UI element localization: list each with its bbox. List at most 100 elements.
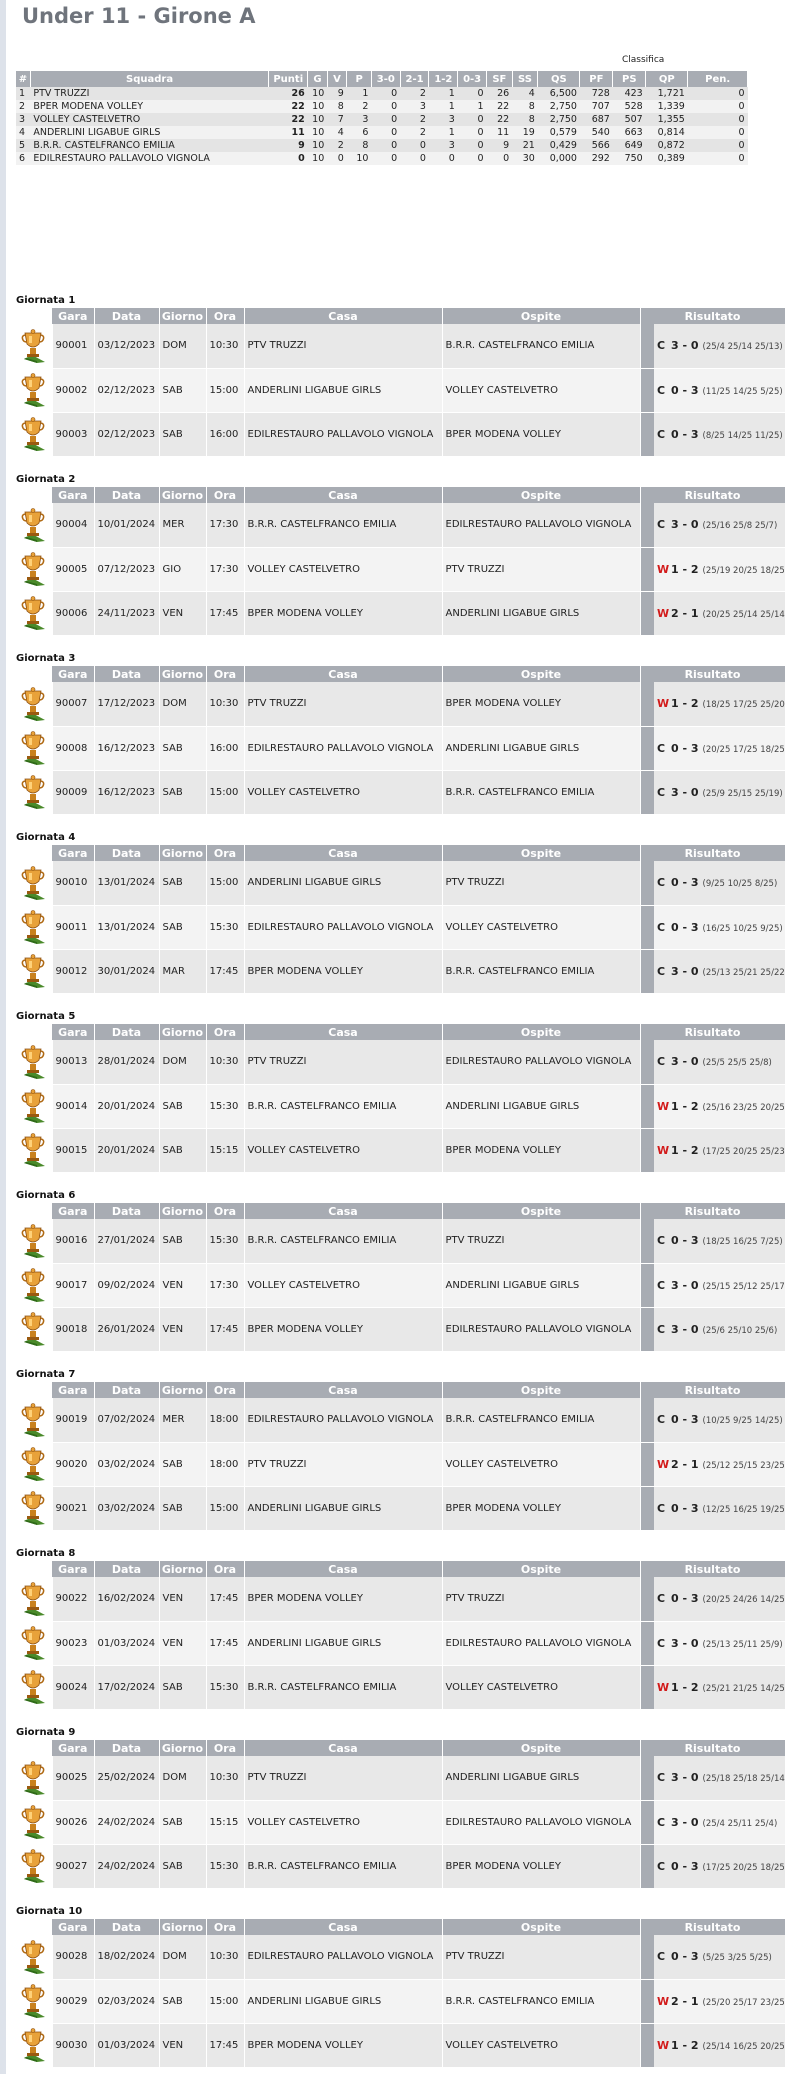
match-row[interactable]: 90004 10/01/2024 MER 17:30 B.R.R. CASTELFRAN… <box>16 503 785 548</box>
match-row[interactable]: 90018 26/01/2024 VEN 17:45 BPER MODENA VOLLE… <box>16 1307 785 1352</box>
match-details-link[interactable] <box>16 1442 53 1487</box>
standings-cell-qp: 0,389 <box>645 152 688 165</box>
match-details-link[interactable] <box>16 1756 53 1801</box>
match-details-link[interactable] <box>16 1307 53 1352</box>
match-details-link[interactable] <box>16 1665 53 1710</box>
standings-cell-ss: 30 <box>512 152 538 165</box>
match-day: SAB <box>159 726 207 771</box>
match-result: C 3 - 0 (25/9 25/15 25/19) <box>654 770 785 815</box>
result-sets: (25/13 25/21 25/22) <box>702 967 785 978</box>
matches-col-casa: Casa <box>244 666 443 682</box>
match-row[interactable]: 90025 25/02/2024 DOM 10:30 PTV TRUZZI ANDERLI… <box>16 1756 785 1801</box>
match-details-link[interactable] <box>16 1844 53 1889</box>
match-details-link[interactable] <box>16 1398 53 1443</box>
match-row[interactable]: 90009 16/12/2023 SAB 15:00 VOLLEY CASTELVETR… <box>16 770 785 815</box>
match-details-link[interactable] <box>16 1935 53 1980</box>
match-row[interactable]: 90026 24/02/2024 SAB 15:15 VOLLEY CASTELVETR… <box>16 1800 785 1845</box>
match-day: SAB <box>159 861 207 906</box>
match-date: 03/12/2023 <box>94 324 160 369</box>
match-details-link[interactable] <box>16 1263 53 1308</box>
match-row[interactable]: 90019 07/02/2024 MER 18:00 EDILRESTAURO PALL… <box>16 1398 785 1443</box>
match-time: 10:30 <box>206 1040 245 1085</box>
standings-cell-2-1: 2 <box>400 87 429 100</box>
match-row[interactable]: 90006 24/11/2023 VEN 17:45 BPER MODENA VOLLE… <box>16 591 785 636</box>
matches-col-giorno: Giorno <box>159 666 207 682</box>
match-details-link[interactable] <box>16 905 53 950</box>
match-row[interactable]: 90015 20/01/2024 SAB 15:15 VOLLEY CASTELVETR… <box>16 1128 785 1173</box>
match-row[interactable]: 90024 17/02/2024 SAB 15:30 B.R.R. CASTELFRAN… <box>16 1665 785 1710</box>
match-row[interactable]: 90020 03/02/2024 SAB 18:00 PTV TRUZZI VOLLEY … <box>16 1442 785 1487</box>
match-row[interactable]: 90007 17/12/2023 DOM 10:30 PTV TRUZZI BPER MO… <box>16 682 785 727</box>
result-score: 3 - 0 <box>671 785 699 799</box>
match-details-link[interactable] <box>16 770 53 815</box>
result-score: 0 - 3 <box>671 1592 699 1606</box>
match-result: C 3 - 0 (25/15 25/12 25/17) <box>654 1263 785 1308</box>
match-row[interactable]: 90030 01/03/2024 VEN 17:45 BPER MODENA VOLLE… <box>16 2023 785 2068</box>
standings-cell-2-1: 2 <box>400 113 429 126</box>
match-row[interactable]: 90001 03/12/2023 DOM 10:30 PTV TRUZZI B.R.R. … <box>16 324 785 369</box>
standings-row: 4 ANDERLINI LIGABUE GIRLS 11 10 4 6 0 2 1 0 11 19 0,… <box>16 126 748 139</box>
match-details-link[interactable] <box>16 1219 53 1264</box>
match-row[interactable]: 90017 09/02/2024 VEN 17:30 VOLLEY CASTELVETR… <box>16 1263 785 1308</box>
match-details-link[interactable] <box>16 503 53 548</box>
match-gara: 90007 <box>52 682 95 727</box>
matches-col-risultato: Risultato <box>640 1919 785 1935</box>
match-row[interactable]: 90012 30/01/2024 MAR 17:45 BPER MODENA VOLLE… <box>16 949 785 994</box>
matches-table: Gara Data Giorno Ora Casa Ospite Risultato 9000… <box>16 487 785 636</box>
match-details-link[interactable] <box>16 726 53 771</box>
match-details-link[interactable] <box>16 1979 53 2024</box>
result-separator <box>640 905 654 950</box>
match-details-link[interactable] <box>16 1486 53 1531</box>
match-details-link[interactable] <box>16 412 53 457</box>
match-row[interactable]: 90011 13/01/2024 SAB 15:30 EDILRESTAURO PALL… <box>16 905 785 950</box>
match-home-team: BPER MODENA VOLLEY <box>244 1577 443 1622</box>
match-details-link[interactable] <box>16 324 53 369</box>
match-details-link[interactable] <box>16 547 53 592</box>
match-row[interactable]: 90003 02/12/2023 SAB 16:00 EDILRESTAURO PALL… <box>16 412 785 457</box>
standings-col-lost: P <box>346 71 372 87</box>
match-row[interactable]: 90021 03/02/2024 SAB 15:00 ANDERLINI LIGABUE… <box>16 1486 785 1531</box>
match-away-team: PTV TRUZZI <box>442 1219 641 1264</box>
match-details-link[interactable] <box>16 1040 53 1085</box>
match-details-link[interactable] <box>16 949 53 994</box>
matches-col-ospite: Ospite <box>442 1561 641 1577</box>
match-row[interactable]: 90014 20/01/2024 SAB 15:30 B.R.R. CASTELFRAN… <box>16 1084 785 1129</box>
match-row[interactable]: 90005 07/12/2023 GIO 17:30 VOLLEY CASTELVETR… <box>16 547 785 592</box>
match-details-link[interactable] <box>16 682 53 727</box>
match-row[interactable]: 90029 02/03/2024 SAB 15:00 ANDERLINI LIGABUE… <box>16 1979 785 2024</box>
match-row[interactable]: 90016 27/01/2024 SAB 15:30 B.R.R. CASTELFRAN… <box>16 1219 785 1264</box>
standings-cell-pos: 1 <box>16 87 31 100</box>
match-details-link[interactable] <box>16 2023 53 2068</box>
standings-cell-team: B.R.R. CASTELFRANCO EMILIA <box>30 139 269 152</box>
match-row[interactable]: 90022 16/02/2024 VEN 17:45 BPER MODENA VOLLE… <box>16 1577 785 1622</box>
match-row[interactable]: 90028 18/02/2024 DOM 10:30 EDILRESTAURO PALL… <box>16 1935 785 1980</box>
match-home-team: EDILRESTAURO PALLAVOLO VIGNOLA <box>244 726 443 771</box>
match-row[interactable]: 90023 01/03/2024 VEN 17:45 ANDERLINI LIGABUE… <box>16 1621 785 1666</box>
match-row[interactable]: 90010 13/01/2024 SAB 15:00 ANDERLINI LIGABUE… <box>16 861 785 906</box>
match-away-team: ANDERLINI LIGABUE GIRLS <box>442 726 641 771</box>
match-details-link[interactable] <box>16 591 53 636</box>
matches-col-risultato: Risultato <box>640 308 785 324</box>
match-row[interactable]: 90027 24/02/2024 SAB 15:30 B.R.R. CASTELFRAN… <box>16 1844 785 1889</box>
match-row[interactable]: 90013 28/01/2024 DOM 10:30 PTV TRUZZI EDILRES… <box>16 1040 785 1085</box>
match-date: 07/12/2023 <box>94 547 160 592</box>
match-time: 16:00 <box>206 726 245 771</box>
match-details-link[interactable] <box>16 1084 53 1129</box>
result-separator <box>640 368 654 413</box>
match-details-link[interactable] <box>16 1128 53 1173</box>
match-details-link[interactable] <box>16 1577 53 1622</box>
trophy-icon <box>21 596 45 630</box>
match-details-link[interactable] <box>16 861 53 906</box>
match-details-link[interactable] <box>16 1621 53 1666</box>
match-details-link[interactable] <box>16 368 53 413</box>
match-row[interactable]: 90002 02/12/2023 SAB 15:00 ANDERLINI LIGABUE… <box>16 368 785 413</box>
match-day: DOM <box>159 1756 207 1801</box>
match-row[interactable]: 90008 16/12/2023 SAB 16:00 EDILRESTAURO PALL… <box>16 726 785 771</box>
standings-cell-qs: 6,500 <box>537 87 580 100</box>
match-result: W1 - 2 (25/14 16/25 20/25) <box>654 2023 785 2068</box>
match-time: 10:30 <box>206 1935 245 1980</box>
match-details-link[interactable] <box>16 1800 53 1845</box>
match-result: C 0 - 3 (20/25 17/25 18/25) <box>654 726 785 771</box>
matches-col-data: Data <box>94 487 160 503</box>
match-time: 17:45 <box>206 1621 245 1666</box>
